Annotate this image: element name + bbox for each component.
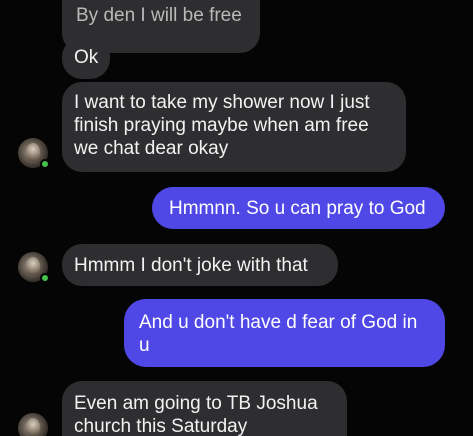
message-bubble-sent[interactable]: And u don't have d fear of God in u bbox=[124, 299, 445, 367]
message-bubble-received[interactable]: I want to take my shower now I just fini… bbox=[62, 82, 406, 172]
message-bubble-received[interactable]: Hmmm I don't joke with that bbox=[62, 244, 338, 286]
chat-thread: By den I will be free Ok I want to take … bbox=[0, 0, 473, 436]
message-bubble-received[interactable]: Ok bbox=[62, 37, 110, 79]
avatar-figure bbox=[26, 418, 40, 436]
online-status-dot-icon bbox=[40, 159, 50, 169]
avatar-figure bbox=[26, 257, 40, 275]
message-bubble-received[interactable]: Even am going to TB Joshua church this S… bbox=[62, 381, 347, 436]
avatar-figure bbox=[26, 143, 40, 161]
message-bubble-sent[interactable]: Hmmnn. So u can pray to God bbox=[152, 187, 445, 229]
online-status-dot-icon bbox=[40, 273, 50, 283]
contact-avatar-icon[interactable] bbox=[18, 138, 50, 169]
contact-avatar-icon[interactable] bbox=[18, 413, 48, 436]
contact-avatar-icon[interactable] bbox=[18, 252, 50, 283]
